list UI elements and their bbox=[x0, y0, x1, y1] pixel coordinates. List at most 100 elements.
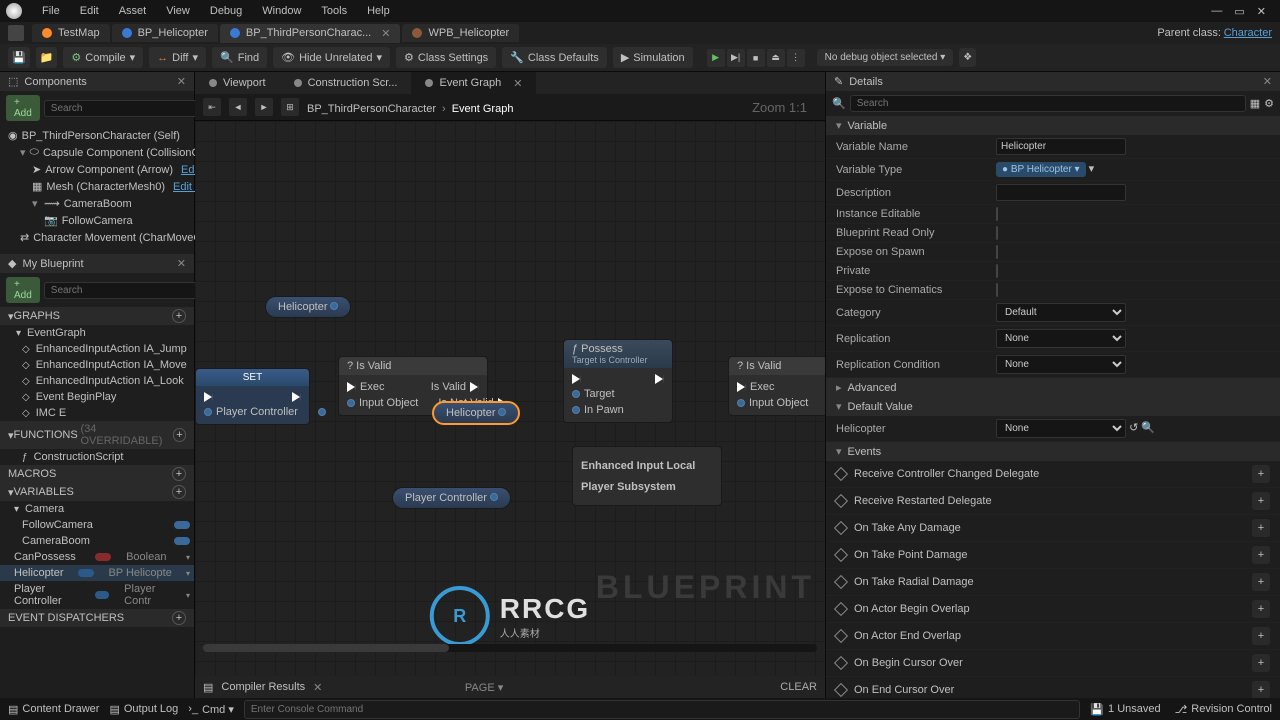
chevron-down-icon[interactable]: ▾ bbox=[130, 51, 136, 64]
variables-category[interactable]: ▾ VARIABLES+ bbox=[0, 483, 194, 501]
input-object-pin[interactable]: Input Object bbox=[347, 397, 418, 409]
tab-close-icon[interactable]: ✕ bbox=[381, 27, 390, 40]
tab-viewport[interactable]: Viewport bbox=[195, 72, 280, 94]
graph-grid-button[interactable]: ⊞ bbox=[281, 98, 299, 116]
panel-close-icon[interactable]: ✕ bbox=[1263, 75, 1272, 88]
detail-select[interactable]: Default bbox=[996, 303, 1126, 322]
node-set[interactable]: SET Player Controller bbox=[195, 368, 310, 425]
detail-checkbox[interactable] bbox=[996, 245, 998, 259]
grid-view-icon[interactable]: ▦ bbox=[1250, 97, 1260, 110]
exec-in-pin[interactable] bbox=[204, 392, 213, 402]
menu-file[interactable]: File bbox=[34, 3, 68, 19]
add-macro-button[interactable]: + bbox=[172, 467, 186, 481]
content-drawer-button[interactable]: ▤Content Drawer bbox=[8, 703, 99, 716]
console-command-input[interactable] bbox=[244, 700, 1080, 719]
add-event-button[interactable]: + bbox=[1252, 465, 1270, 483]
graph-child[interactable]: ◇ Event BeginPlay bbox=[0, 389, 194, 405]
exec-in-pin[interactable] bbox=[572, 374, 581, 384]
functions-category[interactable]: ▾ FUNCTIONS (34 OVERRIDABLE)+ bbox=[0, 421, 194, 449]
component-capsule[interactable]: ▾⬭Capsule Component (CollisionCylinder) bbox=[0, 144, 194, 161]
simulation-button[interactable]: ▶Simulation bbox=[613, 47, 693, 68]
chevron-down-icon[interactable]: ▾ bbox=[376, 51, 382, 64]
category-events[interactable]: ▾Events bbox=[826, 442, 1280, 461]
graph-child[interactable]: ◇ IMC E bbox=[0, 405, 194, 421]
minimize-icon[interactable]: — bbox=[1211, 5, 1222, 18]
stop-button[interactable]: ■ bbox=[747, 49, 765, 67]
debug-filter-button[interactable]: ❖ bbox=[959, 48, 976, 67]
save-button[interactable]: 💾 bbox=[8, 47, 30, 68]
var-cat-camera[interactable]: ▾ Camera bbox=[0, 501, 194, 517]
caret-icon[interactable]: ▾ bbox=[32, 197, 40, 210]
graph-canvas[interactable]: Helicopter SET Player Controller ? Is Va… bbox=[195, 121, 825, 676]
detail-checkbox[interactable] bbox=[996, 226, 998, 240]
default-value-select[interactable]: None bbox=[996, 419, 1126, 438]
chevron-down-icon[interactable]: ▾ bbox=[192, 51, 198, 64]
add-function-button[interactable]: + bbox=[173, 428, 186, 442]
graph-fwd-button[interactable]: ► bbox=[255, 98, 273, 116]
detail-text-input[interactable] bbox=[996, 138, 1126, 155]
compiler-close-icon[interactable]: ✕ bbox=[313, 681, 322, 694]
maximize-icon[interactable]: ▭ bbox=[1234, 5, 1244, 18]
node-isvalid-2[interactable]: ? Is Valid Exec Input Object bbox=[728, 356, 825, 416]
browse-icon[interactable]: 🔍 bbox=[1141, 422, 1155, 434]
chevron-down-icon[interactable]: ▾ bbox=[186, 591, 190, 600]
add-new-button[interactable]: + Add bbox=[6, 277, 40, 303]
doc-tab-wpbhelicopter[interactable]: WPB_Helicopter bbox=[402, 24, 519, 42]
diff-button[interactable]: ↔Diff▾ bbox=[149, 47, 206, 68]
cmd-dropdown[interactable]: ›_Cmd ▾ bbox=[188, 703, 234, 716]
exec-out-pin[interactable] bbox=[292, 392, 301, 402]
components-search-input[interactable] bbox=[44, 100, 202, 117]
output-log-button[interactable]: ▤Output Log bbox=[109, 703, 178, 716]
graph-child[interactable]: ◇ EnhancedInputAction IA_Move bbox=[0, 357, 194, 373]
skip-button[interactable]: ▶| bbox=[727, 49, 745, 67]
graph-scrollbar-h[interactable] bbox=[203, 644, 817, 652]
reset-icon[interactable]: ↺ bbox=[1129, 422, 1138, 434]
class-settings-button[interactable]: ⚙Class Settings bbox=[396, 47, 496, 68]
category-advanced[interactable]: ▸Advanced bbox=[826, 378, 1280, 397]
output-pin[interactable] bbox=[490, 493, 498, 501]
exec-in-pin[interactable]: Exec bbox=[737, 381, 774, 393]
graph-home-button[interactable]: ⇤ bbox=[203, 98, 221, 116]
tab-construction[interactable]: Construction Scr... bbox=[280, 72, 412, 94]
macros-category[interactable]: MACROS+ bbox=[0, 465, 194, 483]
category-default-value[interactable]: ▾Default Value bbox=[826, 397, 1280, 416]
menu-asset[interactable]: Asset bbox=[111, 3, 155, 19]
output-pin[interactable] bbox=[498, 408, 506, 416]
clear-button[interactable]: CLEAR bbox=[780, 681, 817, 693]
variable-type-chip[interactable]: ● BP Helicopter ▾ bbox=[996, 162, 1086, 177]
component-mesh[interactable]: ▦Mesh (CharacterMesh0)Edit in C++ bbox=[0, 178, 194, 195]
doc-tab-bphelicopter[interactable]: BP_Helicopter bbox=[112, 24, 218, 42]
node-helicopter-get[interactable]: Helicopter bbox=[265, 296, 351, 318]
var-canpossess[interactable]: CanPossess Boolean▾ bbox=[0, 549, 194, 565]
tab-close-icon[interactable]: ✕ bbox=[513, 77, 522, 90]
panel-close-icon[interactable]: ✕ bbox=[177, 75, 186, 88]
panel-close-icon[interactable]: ✕ bbox=[177, 257, 186, 270]
graph-child[interactable]: ◇ EnhancedInputAction IA_Look bbox=[0, 373, 194, 389]
component-arrow[interactable]: ➤Arrow Component (Arrow)Edit in C++ bbox=[0, 161, 194, 178]
var-helicopter[interactable]: Helicopter BP Helicopte▾ bbox=[0, 565, 194, 581]
input-pin[interactable]: Player Controller bbox=[204, 406, 298, 418]
var-cameraboom[interactable]: CameraBoom bbox=[0, 533, 194, 549]
menu-debug[interactable]: Debug bbox=[202, 3, 250, 19]
breadcrumb-graph[interactable]: Event Graph bbox=[452, 103, 514, 115]
var-followcam[interactable]: FollowCamera bbox=[0, 517, 194, 533]
page-dropdown[interactable]: PAGE ▾ bbox=[465, 681, 503, 694]
add-event-button[interactable]: + bbox=[1252, 627, 1270, 645]
detail-checkbox[interactable] bbox=[996, 283, 998, 297]
menu-window[interactable]: Window bbox=[254, 3, 309, 19]
menu-view[interactable]: View bbox=[158, 3, 198, 19]
eject-button[interactable]: ⏏ bbox=[767, 49, 785, 67]
var-playercontroller[interactable]: Player Controller Player Contr▾ bbox=[0, 581, 194, 609]
browse-button[interactable]: 📁 bbox=[36, 47, 58, 68]
add-variable-button[interactable]: + bbox=[172, 485, 186, 499]
node-possess[interactable]: ƒ PossessTarget is Controller Target In … bbox=[563, 339, 673, 423]
target-pin[interactable]: Target bbox=[572, 388, 615, 400]
input-object-pin[interactable]: Input Object bbox=[737, 397, 808, 409]
myblueprint-search-input[interactable] bbox=[44, 282, 202, 299]
chevron-down-icon[interactable]: ▾ bbox=[186, 553, 190, 562]
play-options-button[interactable]: ⋮ bbox=[787, 49, 805, 67]
dispatchers-category[interactable]: EVENT DISPATCHERS+ bbox=[0, 609, 194, 627]
inpawn-pin[interactable]: In Pawn bbox=[572, 404, 624, 416]
details-search-input[interactable] bbox=[850, 95, 1246, 112]
category-variable[interactable]: ▾Variable bbox=[826, 116, 1280, 135]
